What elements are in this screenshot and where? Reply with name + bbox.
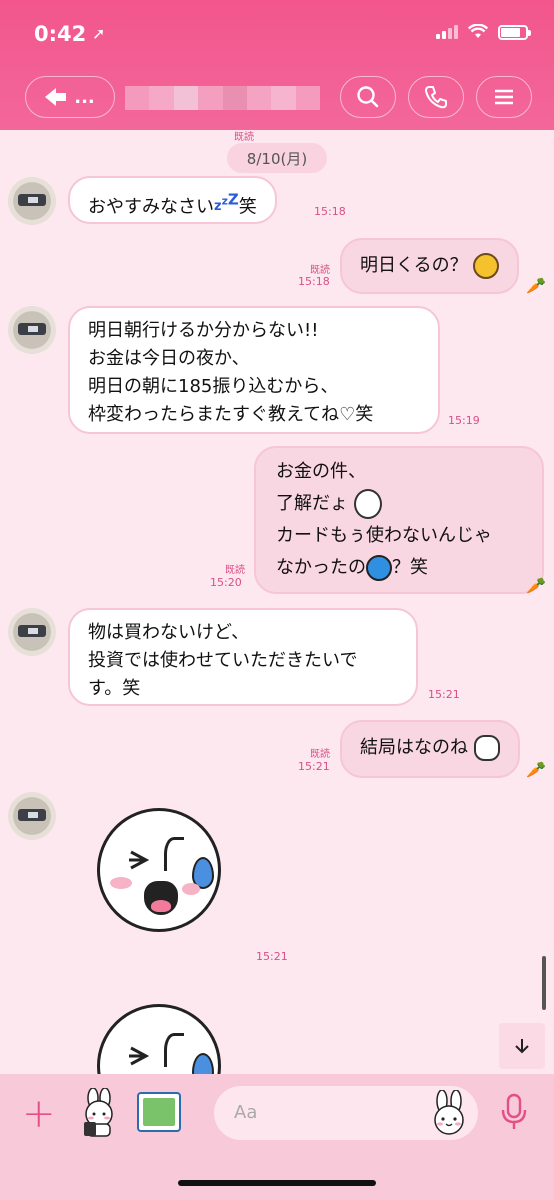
back-button[interactable]: ... — [25, 76, 115, 118]
message-text: 結局はなのね — [360, 737, 468, 758]
chat-header: 0:42 ➚ ... — [0, 0, 554, 130]
message-bubble-incoming[interactable]: 物は買わないけど、 投資では使わせていただきたいで す。笑 — [68, 608, 418, 706]
doraemon-emoji-icon — [366, 555, 392, 581]
message-time: 15:21 — [298, 760, 330, 773]
read-receipt: 既読 — [310, 749, 330, 760]
status-time: 0:42 — [34, 22, 87, 46]
wifi-icon — [468, 24, 488, 38]
signal-icon — [436, 25, 458, 39]
message-time: 15:21 — [428, 688, 460, 701]
message-bubble-incoming[interactable]: おやすみなさいzzZ笑 — [68, 176, 277, 224]
message-bubble-incoming[interactable]: 明日朝行けるか分からない!! お金は今日の夜か、 明日の朝に185振り込むから、… — [68, 306, 440, 434]
message-text: ？笑 — [392, 557, 428, 578]
message-bubble-outgoing[interactable]: お金の件、 了解だょ カードもぅ使わないんじゃ なかったの ？笑 — [254, 446, 544, 594]
message-time: 15:21 — [256, 950, 288, 963]
message-text: 物は買わないけど、 — [88, 622, 250, 643]
sticker-cheek — [182, 883, 200, 895]
sticker-eye — [128, 1045, 150, 1067]
message-text: 明日朝行けるか分からない!! — [88, 320, 319, 341]
read-receipt: 既読 — [234, 132, 254, 143]
message-text: お金は今日の夜か、 — [88, 348, 250, 369]
moon-sticker[interactable] — [97, 808, 221, 932]
back-label: ... — [74, 86, 95, 108]
read-receipt: 既読 — [310, 265, 330, 276]
microphone-button[interactable] — [500, 1093, 528, 1131]
scroll-down-button[interactable] — [499, 1023, 545, 1069]
message-text: お金の件、 — [276, 461, 366, 482]
message-text: おやすみなさい — [88, 196, 214, 218]
message-input-placeholder: Aa — [234, 1102, 258, 1123]
cony-emoji-icon — [353, 489, 382, 519]
status-icons — [436, 24, 531, 40]
sticker-eyebrow — [164, 837, 184, 871]
hamburger-icon — [495, 89, 513, 105]
avatar[interactable] — [8, 177, 56, 225]
cony-emoji-icon — [434, 1089, 464, 1135]
date-separator: 8/10(月) — [227, 143, 327, 173]
message-time: 15:20 — [210, 576, 242, 589]
search-icon — [357, 86, 379, 108]
carrot-icon: 🥕 — [526, 276, 546, 295]
photo-icon — [143, 1098, 175, 1126]
sticker-cheek — [110, 877, 132, 889]
message-bubble-outgoing[interactable]: 結局はなのね — [340, 720, 520, 778]
zzz-emoji: zzZ — [214, 191, 239, 215]
phone-icon — [425, 86, 447, 109]
carrot-icon: 🥕 — [526, 576, 546, 595]
message-text: なかったの — [276, 557, 366, 578]
location-icon: ➚ — [92, 24, 106, 43]
sticker-eyebrow — [164, 1033, 184, 1067]
chat-name-blurred — [125, 86, 320, 110]
carrot-icon: 🥕 — [526, 760, 546, 779]
sally-emoji-icon — [473, 253, 500, 279]
message-time: 15:19 — [448, 414, 480, 427]
scrollbar[interactable] — [542, 956, 546, 1010]
emoji-button[interactable] — [428, 1089, 470, 1136]
avatar[interactable] — [8, 306, 56, 354]
microphone-icon — [501, 1093, 527, 1129]
moon-emoji-icon — [473, 735, 500, 761]
message-text: カードもぅ使わないんじゃ — [276, 525, 492, 546]
battery-icon — [498, 24, 531, 40]
home-indicator — [178, 1180, 376, 1186]
sticker-eye — [128, 849, 150, 871]
message-text: 明日くるの？ — [360, 255, 468, 276]
photo-button[interactable] — [137, 1092, 181, 1132]
search-button[interactable] — [340, 76, 396, 118]
call-button[interactable] — [408, 76, 464, 118]
avatar[interactable] — [8, 608, 56, 656]
message-time: 15:18 — [298, 275, 330, 288]
back-arrow-icon — [45, 88, 67, 106]
menu-button[interactable] — [476, 76, 532, 118]
message-text: 了解だょ — [276, 493, 348, 514]
message-text: 枠変わったらまたすぐ教えてね♡笑 — [88, 404, 374, 425]
message-bubble-outgoing[interactable]: 明日くるの？ — [340, 238, 520, 294]
message-text: 明日の朝に185振り込むから、 — [88, 376, 339, 397]
message-text: す。笑 — [88, 678, 141, 699]
read-receipt: 既読 — [225, 565, 245, 576]
message-text: 投資では使わせていただきたいで — [88, 650, 358, 671]
cony-sticker-icon — [84, 1087, 113, 1137]
arrow-down-icon — [515, 1039, 529, 1054]
sticker-mouth — [144, 881, 178, 915]
message-text: 笑 — [238, 196, 257, 218]
plus-button[interactable]: + — [22, 1094, 56, 1134]
message-time: 15:18 — [314, 205, 346, 218]
sticker-button[interactable] — [76, 1087, 122, 1138]
avatar[interactable] — [8, 792, 56, 840]
